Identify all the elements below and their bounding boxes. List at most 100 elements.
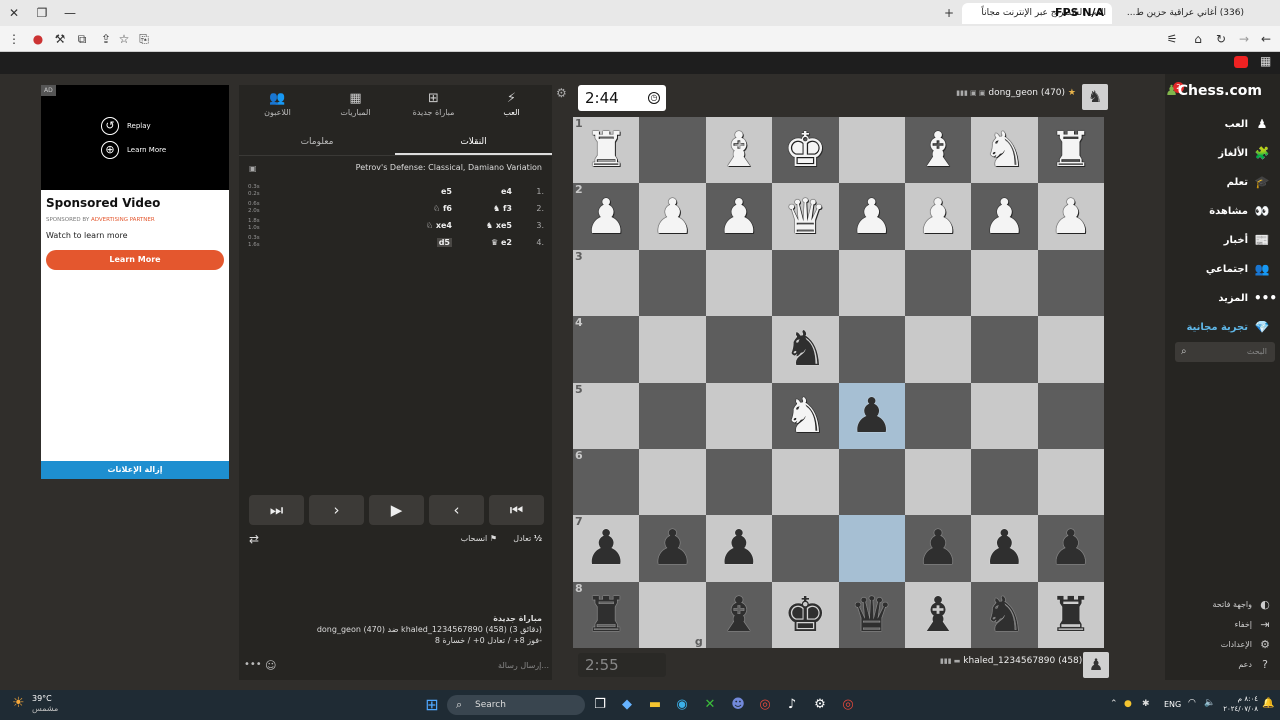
board-square[interactable]: ♟ <box>971 515 1038 582</box>
tray-bluetooth-icon[interactable]: ✱ <box>1142 699 1150 709</box>
last-move-button[interactable]: ⏭ <box>249 495 304 525</box>
play-button[interactable]: ▶ <box>369 495 424 525</box>
board-square[interactable]: ♟ <box>838 183 905 250</box>
board-square[interactable]: ♜ <box>1037 117 1104 184</box>
more-options-icon[interactable]: ••• <box>244 659 262 670</box>
bottom-player-avatar[interactable]: ♟ <box>1083 652 1109 678</box>
board-square[interactable] <box>705 448 773 516</box>
site-settings-icon[interactable]: ⚟ <box>1162 29 1182 49</box>
board-square[interactable] <box>971 316 1038 383</box>
board-square[interactable]: ♟ <box>904 515 972 582</box>
board-square[interactable] <box>772 448 839 516</box>
board-square[interactable] <box>838 316 905 383</box>
black-move[interactable]: ♘ f6 <box>433 204 452 213</box>
board-square[interactable]: 1 ♜ <box>573 117 640 184</box>
white-bishop-piece[interactable]: ♝ <box>917 126 960 174</box>
bottom-player-name[interactable]: ▮▮▮ ▬ khaled_1234567890 (458) <box>940 656 1082 666</box>
board-square[interactable] <box>904 448 972 516</box>
board-square[interactable]: ♞ <box>971 581 1038 648</box>
white-pawn-piece[interactable]: ♟ <box>717 193 760 241</box>
nav-item-diamond[interactable]: تجربة مجانية 💎 <box>1186 317 1270 337</box>
board-square[interactable] <box>838 249 905 317</box>
white-move[interactable]: ♛ e2 <box>491 238 512 247</box>
chess-board[interactable]: 1 ♜ ♝ ♚ ♝ ♞ ♜ 2 ♟ ♟ ♟ ♛ ♟ ♟ ♟ ♟ 3 4 ♞ 5 ♞ ♟ 6 7 ♟ ♟ ♟ ♟ ♟ ♟ 8 ♜ g ♝ ♚ ♛ ♝ ♞ ♜ <box>573 117 1104 648</box>
board-square[interactable]: 6 <box>573 448 640 516</box>
prev-move-button[interactable]: ‹ <box>429 495 484 525</box>
board-square[interactable]: ♜ <box>1037 581 1104 648</box>
board-square[interactable]: 8 ♜ <box>573 581 640 648</box>
board-square[interactable]: 7 ♟ <box>573 515 640 582</box>
nav-item-learn[interactable]: تعلم 🎓 <box>1227 172 1270 192</box>
white-knight-piece[interactable]: ♞ <box>784 392 827 440</box>
board-square[interactable] <box>639 249 706 317</box>
language-indicator[interactable]: ENG <box>1164 700 1181 709</box>
white-move[interactable]: e4 <box>501 187 512 196</box>
board-square[interactable]: ♚ <box>772 581 839 648</box>
black-pawn-piece[interactable]: ♟ <box>917 524 960 572</box>
board-square[interactable] <box>1037 249 1104 317</box>
tab-play[interactable]: ⚡ العب <box>474 85 549 125</box>
network-icon[interactable]: ◠ <box>1188 698 1196 708</box>
black-bishop-piece[interactable]: ♝ <box>717 591 760 639</box>
board-square[interactable]: ♟ <box>838 382 905 449</box>
white-move[interactable]: ♞ xe5 <box>486 221 512 230</box>
subtab-info[interactable]: معلومات <box>239 129 395 155</box>
tray-arrow-icon[interactable]: ⌃ <box>1110 699 1118 709</box>
board-square[interactable]: ♛ <box>772 183 839 250</box>
move-row[interactable]: 1. e4 e5 0.3s 0.2s <box>239 183 552 201</box>
sidebar-icon[interactable]: ⧉ <box>72 29 92 49</box>
white-king-piece[interactable]: ♚ <box>784 126 827 174</box>
white-pawn-piece[interactable]: ♟ <box>585 193 628 241</box>
notifications-icon[interactable]: 🔔 <box>1262 698 1274 709</box>
board-square[interactable]: ♝ <box>904 581 972 648</box>
white-queen-piece[interactable]: ♛ <box>784 193 827 241</box>
board-square[interactable] <box>772 249 839 317</box>
board-square[interactable] <box>705 249 773 317</box>
flip-board-icon[interactable]: ⇄ <box>249 531 259 547</box>
screenshot-icon[interactable]: ⎘ <box>134 29 154 49</box>
edge-icon[interactable]: ◉ <box>672 695 692 715</box>
nav-item-more[interactable]: المزيد ••• <box>1218 288 1277 308</box>
star-icon[interactable]: ☆ <box>114 29 134 49</box>
board-square[interactable] <box>1037 382 1104 449</box>
draw-button[interactable]: تعادل ½ <box>513 531 542 547</box>
ad-learn-more-button[interactable]: Learn More <box>46 250 224 270</box>
tools-icon[interactable]: ⚒ <box>50 29 70 49</box>
board-square[interactable] <box>639 316 706 383</box>
board-square[interactable]: ♟ <box>971 183 1038 250</box>
taskbar-search[interactable]: ⌕ Search <box>447 695 585 715</box>
board-square[interactable]: ♝ <box>904 117 972 184</box>
black-knight-piece[interactable]: ♞ <box>983 591 1026 639</box>
board-square[interactable]: ♟ <box>1037 183 1104 250</box>
board-square[interactable] <box>838 448 905 516</box>
move-row[interactable]: 4. ♛ e2 d5 0.3s 1.6s <box>239 234 552 252</box>
black-pawn-piece[interactable]: ♟ <box>983 524 1026 572</box>
white-bishop-piece[interactable]: ♝ <box>717 126 760 174</box>
white-pawn-piece[interactable]: ♟ <box>917 193 960 241</box>
black-pawn-piece[interactable]: ♟ <box>717 524 760 572</box>
forward-icon[interactable]: → <box>1234 29 1254 49</box>
next-move-button[interactable]: › <box>309 495 364 525</box>
new-tab-icon[interactable]: + <box>935 0 963 26</box>
board-square[interactable] <box>971 382 1038 449</box>
board-square[interactable]: ♝ <box>705 117 773 184</box>
board-square[interactable] <box>904 249 972 317</box>
white-knight-piece[interactable]: ♞ <box>983 126 1026 174</box>
black-move[interactable]: ♘ xe4 <box>426 221 452 230</box>
minimize-window-icon[interactable]: — <box>56 0 84 26</box>
move-row[interactable]: 2. ♞ f3 ♘ f6 0.6s 2.0s <box>239 200 552 218</box>
black-king-piece[interactable]: ♚ <box>784 591 827 639</box>
board-square[interactable] <box>1037 448 1104 516</box>
board-square[interactable] <box>639 448 706 516</box>
board-square[interactable]: ♞ <box>772 316 839 383</box>
black-move[interactable]: d5 <box>436 238 452 247</box>
black-pawn-piece[interactable]: ♟ <box>651 524 694 572</box>
tiktok-icon[interactable]: ♪ <box>782 695 802 715</box>
board-square[interactable]: ♟ <box>705 183 773 250</box>
white-move[interactable]: ♞ f3 <box>493 204 512 213</box>
board-square[interactable] <box>838 117 905 184</box>
nav-bottom-settings[interactable]: الإعدادات ⚙ <box>1221 636 1272 652</box>
black-rook-piece[interactable]: ♜ <box>585 591 628 639</box>
resign-button[interactable]: انسحاب ⚑ <box>461 531 497 547</box>
white-pawn-piece[interactable]: ♟ <box>651 193 694 241</box>
